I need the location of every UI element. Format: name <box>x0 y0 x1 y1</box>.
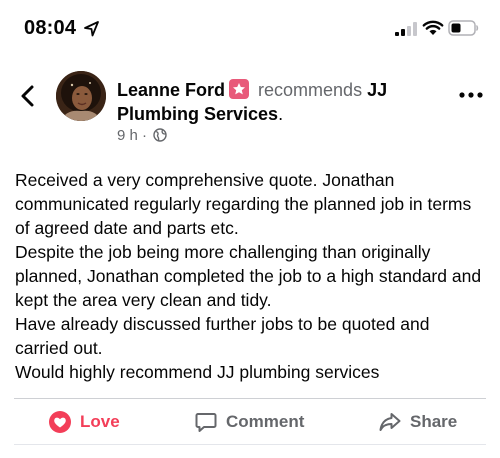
comment-button[interactable]: Comment <box>194 400 304 444</box>
post-actions: Love Comment Share <box>0 400 500 446</box>
share-label: Share <box>410 412 458 431</box>
signal-icon <box>395 22 417 36</box>
post-paragraph: Have already discussed further jobs to b… <box>15 314 430 358</box>
avatar-photo <box>56 71 106 121</box>
status-time: 08:04 <box>24 17 77 39</box>
meta-separator: · <box>142 127 148 144</box>
comment-label: Comment <box>226 412 305 431</box>
wifi-icon <box>422 20 444 35</box>
post-paragraph: Received a very comprehensive quote. Jon… <box>15 170 472 238</box>
recommends-verb: recommends <box>258 80 363 100</box>
post-time[interactable]: 9 h <box>117 127 138 144</box>
avatar[interactable] <box>56 71 106 121</box>
share-arrow-icon <box>379 413 401 431</box>
globe-icon <box>153 128 167 142</box>
more-options-icon[interactable] <box>459 91 483 99</box>
post-paragraph: Despite the job being more challenging t… <box>15 242 482 310</box>
share-button[interactable]: Share <box>378 400 457 444</box>
page-name-suffix: . <box>278 104 284 124</box>
back-chevron-icon[interactable] <box>18 84 38 108</box>
post-meta: 9 h · <box>117 127 167 144</box>
actions-divider <box>14 398 486 399</box>
location-arrow-icon <box>84 21 99 37</box>
love-label: Love <box>80 412 120 431</box>
post-body: Received a very comprehensive quote. Jon… <box>15 168 487 384</box>
love-reaction-icon <box>49 411 71 433</box>
love-button[interactable]: Love <box>48 400 120 444</box>
comment-bubble-icon <box>195 413 217 432</box>
author-name[interactable]: Leanne Ford <box>117 80 225 100</box>
post-header: Leanne Ford recommends JJ Plumbing Servi… <box>117 78 437 126</box>
star-badge-icon <box>229 79 250 99</box>
post-paragraph: Would highly recommend JJ plumbing servi… <box>15 362 380 382</box>
status-bar: 08:04 <box>0 0 500 58</box>
battery-icon <box>448 20 479 36</box>
bottom-divider <box>14 444 486 445</box>
